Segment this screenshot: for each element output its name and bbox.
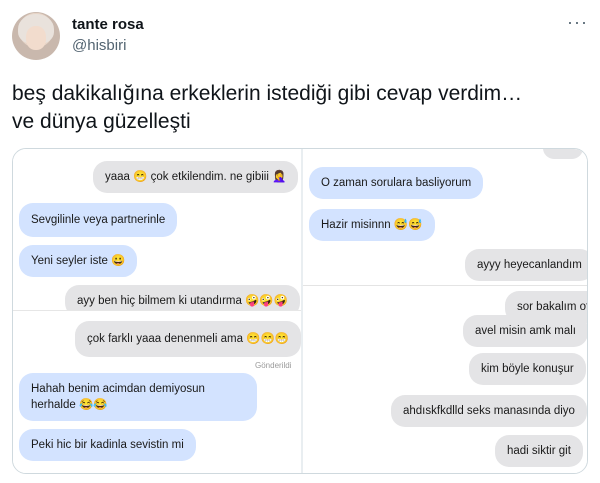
- tweet-text-line-2: ve dünya güzelleşti: [12, 110, 191, 133]
- screenshot-top-left: yaaa 😁 çok etkilendim. ne gibiii 🤦‍♀️ Se…: [13, 149, 301, 311]
- tweet-media[interactable]: yaaa 😁 çok etkilendim. ne gibiii 🤦‍♀️ Se…: [12, 148, 588, 474]
- message-bubble-partial: [543, 149, 583, 159]
- screenshot-bottom-left: çok farklı yaaa denenmeli ama 😁😁😁 Gönder…: [13, 311, 301, 473]
- avatar[interactable]: [12, 12, 60, 60]
- message-bubble: O zaman sorulara basliyorum: [309, 167, 484, 199]
- message-bubble: yaaa 😁 çok etkilendim. ne gibiii 🤦‍♀️: [93, 161, 299, 193]
- message-bubble: kim böyle konuşur: [469, 353, 586, 385]
- panel-divider-horizontal: [303, 285, 587, 286]
- sent-status: Gönderildi: [255, 361, 292, 370]
- message-bubble: Peki hic bir kadinla sevistin mi: [19, 429, 196, 461]
- message-bubble: Hahah benim acimdan demiyosun herhalde 😂…: [19, 373, 257, 421]
- tweet-text: beş dakikalığına erkeklerin istediği gib…: [12, 80, 588, 136]
- message-bubble: çok farklı yaaa denenmeli ama 😁😁😁: [75, 321, 301, 357]
- author-handle[interactable]: @hisbiri: [72, 37, 126, 54]
- message-bubble: Hazir misinnn 😅😅: [309, 209, 435, 241]
- author-name[interactable]: tante rosa: [72, 16, 144, 33]
- message-bubble: ayyy heyecanlandım: [465, 249, 587, 281]
- message-bubble: ahdıskfkdlld seks manasında diyo: [391, 395, 587, 427]
- tweet-text-line-1: beş dakikalığına erkeklerin istediği gib…: [12, 82, 523, 105]
- message-bubble: avel misin amk malı: [463, 315, 587, 347]
- message-bubble: Sevgilinle veya partnerinle: [19, 203, 178, 237]
- message-bubble: hadi siktir git: [495, 435, 583, 467]
- more-options-icon[interactable]: ···: [567, 12, 588, 33]
- avatar-face: [26, 26, 46, 50]
- message-bubble: ayy ben hiç bilmem ki utandırma 🤪🤪🤪: [65, 285, 301, 310]
- screenshot-right: O zaman sorulara basliyorum Hazir misinn…: [303, 149, 587, 473]
- message-bubble: Yeni seyler iste 😀: [19, 245, 138, 277]
